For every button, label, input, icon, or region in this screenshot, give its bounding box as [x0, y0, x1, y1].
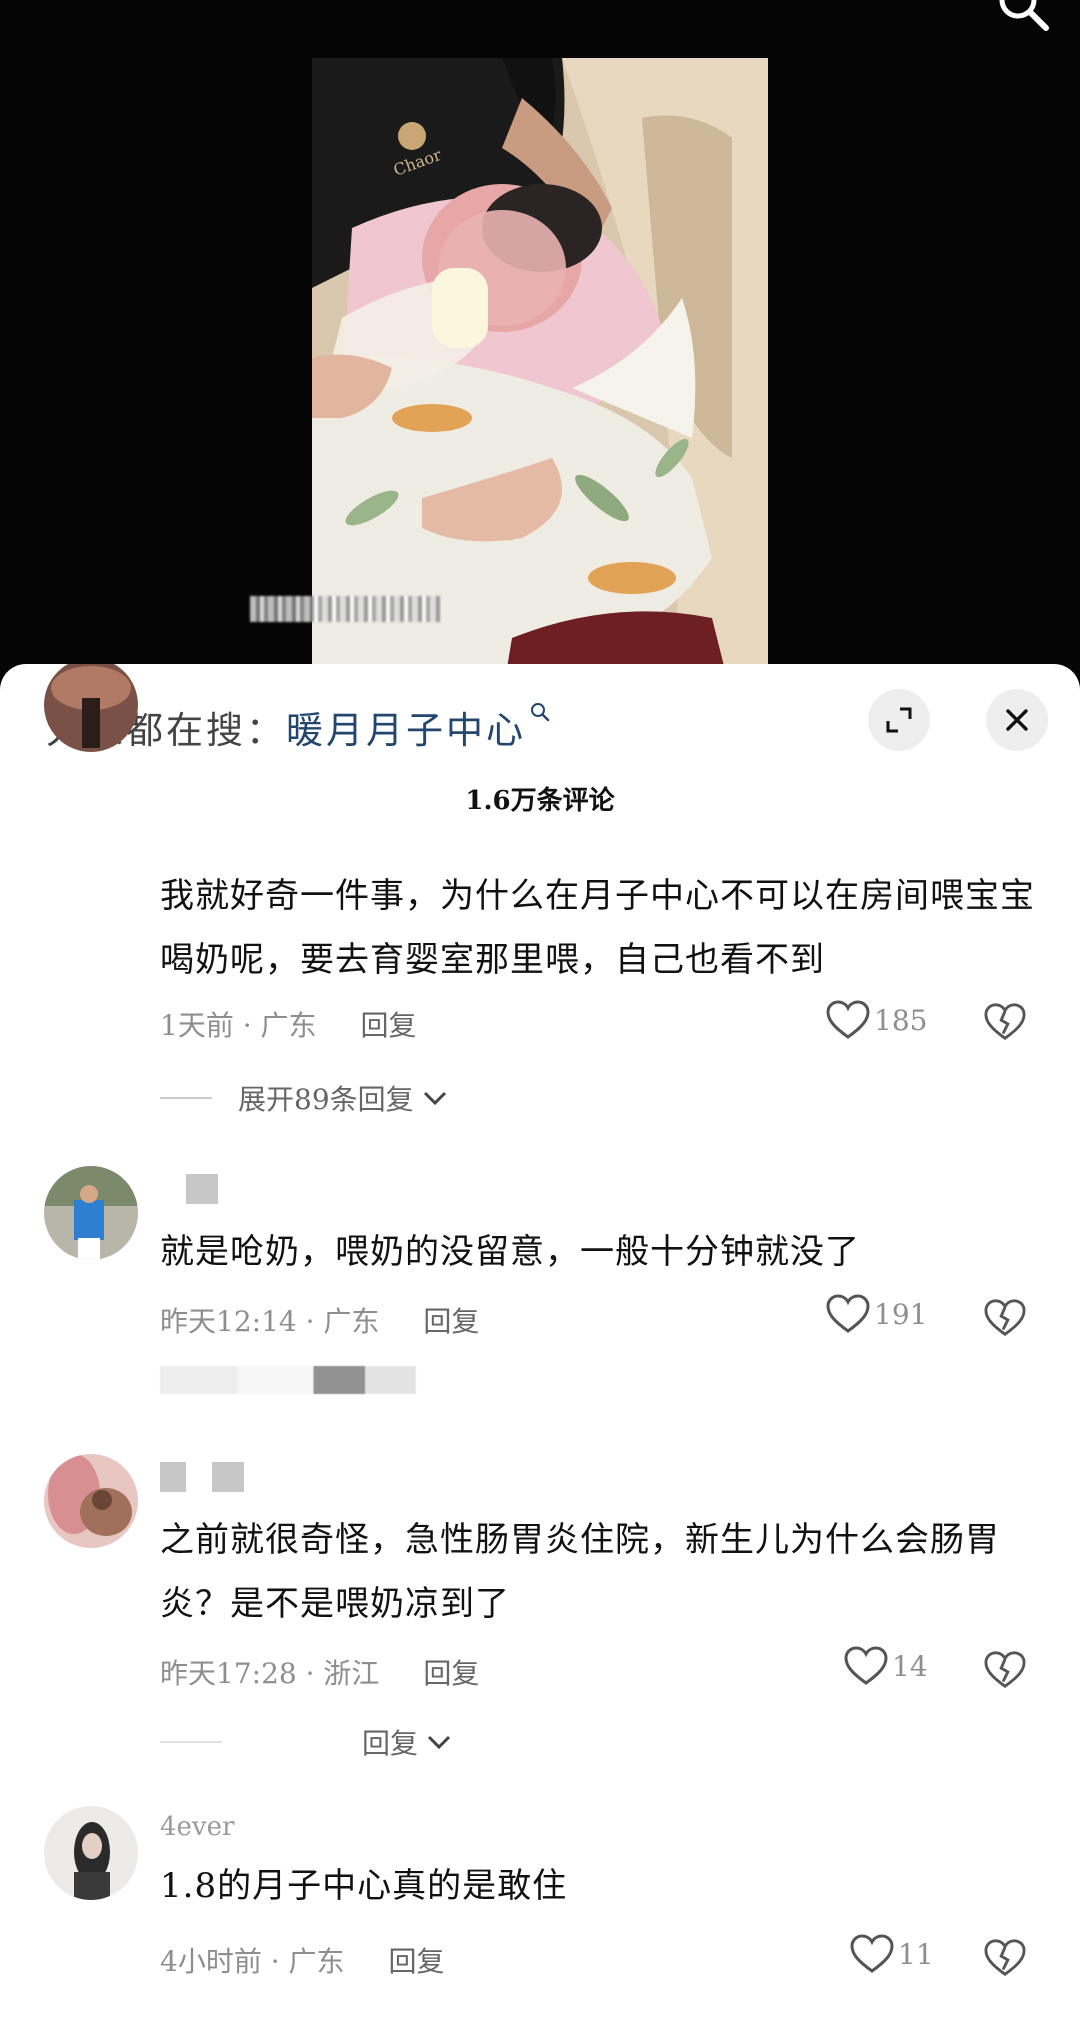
comment-meta: 昨天12:14 · 广东 回复	[160, 1305, 480, 1338]
comment-text: 之前就很奇怪，急性肠胃炎住院，新生儿为什么会肠胃炎？是不是喂奶凉到了	[160, 1520, 1000, 1624]
comment-count: 1.6万条评论	[465, 786, 615, 816]
username-redacted	[160, 1462, 244, 1492]
search-icon[interactable]	[996, 0, 1052, 34]
broken-heart-icon[interactable]	[984, 1002, 1026, 1042]
like-count: 11	[898, 1937, 934, 1971]
close-icon	[1006, 709, 1028, 731]
expand-replies-redacted[interactable]	[160, 1366, 416, 1394]
heart-icon	[850, 1934, 894, 1973]
chevron-down-icon	[427, 1735, 451, 1750]
comment-time: 昨天17:28	[160, 1657, 297, 1690]
comment-meta: 昨天17:28 · 浙江 回复	[160, 1657, 480, 1690]
reply-button[interactable]: 回复	[423, 1305, 479, 1338]
expand-icon	[886, 707, 912, 733]
search-suggestion-keyword[interactable]: 暖月月子中心	[286, 709, 526, 752]
comment-text: 我就好奇一件事，为什么在月子中心不可以在房间喂宝宝喝奶呢，要去育婴室那里喂，自己…	[160, 876, 1035, 980]
avatar[interactable]	[44, 1166, 138, 1260]
broken-heart-icon[interactable]	[984, 1298, 1026, 1338]
broken-heart-icon[interactable]	[984, 1938, 1026, 1978]
username-redacted	[160, 1174, 218, 1204]
reply-button[interactable]: 回复	[361, 1009, 417, 1042]
comment-time: 4小时前	[160, 1945, 262, 1978]
comment-text: 就是呛奶，喂奶的没留意，一般十分钟就没了	[160, 1232, 860, 1272]
comment-sheet: 大家都在搜：暖月月子中心 1.6万条评论 我就好奇一件事，为什么在月子中心不可以…	[0, 664, 1080, 2019]
heart-icon	[826, 1000, 870, 1039]
expand-replies-label: 回复	[362, 1727, 419, 1760]
comment-time: 昨天12:14	[160, 1305, 297, 1338]
video-player[interactable]: Chaor	[0, 0, 1080, 700]
comment-meta: 1天前 · 广东 回复	[160, 1009, 417, 1042]
divider	[160, 1097, 212, 1099]
comment-location: 广东	[323, 1305, 380, 1338]
username[interactable]: 4ever	[160, 1812, 234, 1842]
expand-replies[interactable]: 展开89条回复	[160, 1078, 448, 1118]
comment-text: 1.8的月子中心真的是敢住	[160, 1866, 568, 1906]
heart-icon	[826, 1294, 870, 1333]
comment-time: 1天前	[160, 1009, 234, 1042]
expand-replies[interactable]: 回复	[160, 1722, 452, 1762]
comment-location: 广东	[260, 1009, 317, 1042]
like-count: 191	[874, 1297, 928, 1331]
divider	[160, 1741, 222, 1743]
heart-icon	[844, 1646, 888, 1685]
fullscreen-button[interactable]	[868, 689, 930, 751]
reply-button[interactable]: 回复	[389, 1945, 445, 1978]
avatar[interactable]	[44, 1806, 138, 1900]
broken-heart-icon[interactable]	[984, 1650, 1026, 1690]
comment-location: 广东	[288, 1945, 345, 1978]
like-button[interactable]: 185	[826, 1000, 927, 1040]
expand-replies-label: 展开89条回复	[238, 1083, 414, 1116]
like-button[interactable]: 14	[844, 1646, 928, 1686]
like-count: 185	[874, 1003, 928, 1037]
blurred-caption	[250, 596, 440, 622]
reply-button[interactable]: 回复	[423, 1657, 479, 1690]
chevron-down-icon	[423, 1091, 446, 1106]
search-icon	[531, 703, 550, 722]
comment-location: 浙江	[323, 1657, 380, 1690]
avatar[interactable]	[44, 1454, 138, 1548]
like-button[interactable]: 11	[850, 1934, 934, 1974]
like-count: 14	[892, 1649, 928, 1683]
comment-meta: 4小时前 · 广东 回复	[160, 1945, 445, 1978]
close-button[interactable]	[986, 689, 1048, 751]
like-button[interactable]: 191	[826, 1294, 927, 1334]
